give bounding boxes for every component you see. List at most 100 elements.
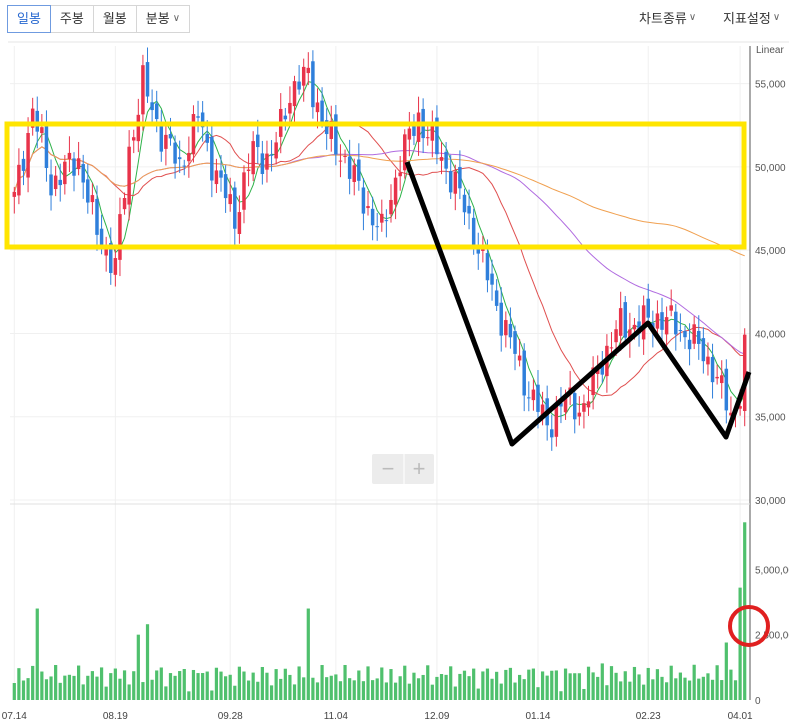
volume-bar	[720, 680, 724, 700]
candle-body	[334, 114, 338, 155]
stock-chart[interactable]: Linear 55,000 50,000 45,000 40,000 35,000 30,…	[0, 0, 789, 725]
volume-bar	[687, 680, 692, 700]
candle-body	[164, 134, 168, 149]
volume-bar	[274, 669, 278, 700]
candle-body	[531, 389, 536, 401]
volume-bar	[632, 666, 637, 700]
date-tick-label: 11.04	[324, 711, 349, 722]
candle-body	[494, 290, 499, 306]
candle-body	[90, 195, 95, 203]
volume-bar	[573, 673, 577, 700]
date-tick-label: 04.01	[728, 711, 753, 722]
volume-bar	[155, 670, 159, 700]
volume-bar	[596, 676, 600, 700]
candle-body	[632, 324, 637, 330]
volume-bar	[710, 679, 715, 700]
candle-body	[274, 142, 278, 159]
volume-bar	[706, 673, 710, 700]
candle-body	[536, 384, 540, 412]
candle-body	[343, 155, 347, 157]
volume-bar	[495, 671, 499, 700]
candle-body	[499, 302, 503, 336]
volume-bar	[568, 673, 572, 700]
candle-body	[508, 323, 513, 338]
volume-bar	[237, 666, 241, 700]
candle-body	[210, 136, 214, 181]
volume-bar	[348, 678, 352, 700]
volume-bar	[118, 678, 122, 700]
candle-body	[683, 331, 687, 338]
volume-bar	[127, 684, 131, 700]
volume-bar	[49, 676, 53, 700]
volume-bar	[536, 687, 540, 700]
volume-bar	[21, 680, 26, 700]
candle-body	[49, 174, 53, 196]
volume-bar	[77, 665, 81, 700]
candle-body	[187, 152, 191, 162]
volume-bar	[320, 665, 324, 700]
candle-body	[398, 172, 402, 177]
candle-body	[141, 65, 145, 115]
candle-body	[288, 102, 292, 114]
volume-bar	[141, 682, 145, 700]
candle-body	[256, 134, 260, 148]
volume-bar	[421, 674, 425, 700]
volume-bar	[674, 678, 678, 700]
volume-bar	[279, 678, 283, 700]
volume-bar	[439, 674, 444, 700]
volume-bar	[292, 684, 297, 700]
candle-body	[205, 133, 209, 143]
candle-body	[586, 401, 591, 408]
candle-body	[646, 298, 650, 318]
volume-bar	[12, 683, 16, 700]
volume-bar	[476, 688, 480, 700]
volume-bar	[692, 664, 696, 700]
candle-body	[453, 171, 458, 194]
candle-body	[72, 158, 76, 176]
volume-bar	[168, 673, 173, 700]
volume-bar	[522, 679, 526, 700]
candle-body	[719, 375, 724, 384]
volume-bar	[499, 683, 503, 700]
candle-body	[467, 205, 471, 214]
volume-bar	[219, 671, 223, 700]
tab-daily[interactable]: 일봉	[7, 5, 51, 33]
volume-bar	[614, 672, 618, 700]
volume-bar	[416, 678, 421, 700]
candle-body	[706, 356, 710, 365]
candle-body	[95, 198, 99, 235]
candle-body	[17, 164, 21, 196]
volume-bar	[531, 668, 535, 700]
volume-bar	[504, 669, 508, 700]
candle-body	[150, 102, 154, 111]
candle-body	[641, 305, 646, 340]
price-tick-label: 45,000	[755, 246, 786, 257]
candle-body	[35, 110, 40, 132]
price-tick-label: 30,000	[755, 496, 786, 507]
volume-bar	[182, 668, 186, 700]
volume-bar	[586, 666, 591, 700]
zoom-out-button[interactable]: −	[382, 456, 395, 481]
candle-body	[347, 156, 352, 179]
candle-body	[338, 160, 343, 162]
volume-bar	[462, 670, 467, 700]
candle-body	[12, 191, 17, 197]
candle-body	[191, 114, 196, 155]
volume-bar	[99, 667, 104, 700]
candle-body	[306, 67, 311, 74]
volume-bars	[12, 522, 747, 700]
volume-bar	[132, 671, 136, 700]
volume-bar	[150, 679, 154, 700]
volume-bar	[187, 691, 191, 700]
candle-body	[687, 339, 692, 350]
candle-body	[53, 175, 58, 190]
candle-body	[168, 133, 173, 139]
volume-bar	[577, 673, 581, 700]
price-axis-ticks: 55,000 50,000 45,000 40,000 35,000 30,000	[755, 80, 786, 507]
volume-bar	[651, 679, 655, 700]
volume-bar	[164, 686, 168, 700]
candle-body	[301, 66, 306, 86]
volume-bar	[743, 522, 747, 700]
zoom-in-button[interactable]: +	[413, 456, 426, 481]
volume-bar	[729, 669, 733, 700]
